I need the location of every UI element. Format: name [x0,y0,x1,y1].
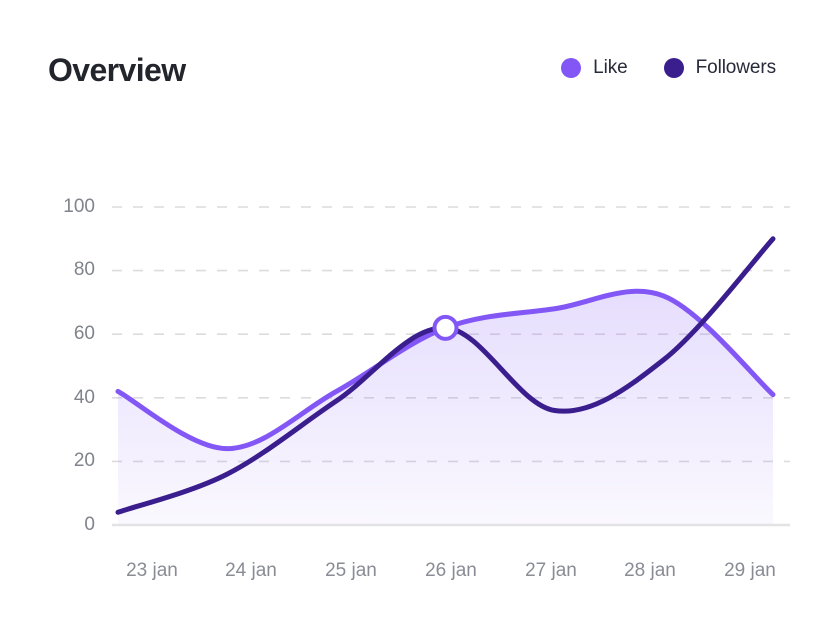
x-axis: 23 jan 24 jan 25 jan 26 jan 27 jan 28 ja… [0,0,832,624]
x-tick-label: 23 jan [126,560,178,582]
x-tick-label: 27 jan [525,560,577,582]
overview-chart-card: Overview Like Followers [0,0,832,624]
x-tick-label: 26 jan [425,560,477,582]
x-tick-label: 29 jan [724,560,776,582]
x-tick-label: 24 jan [225,560,277,582]
chart-plot-area: 100 80 60 40 20 0 23 jan 24 jan 25 jan 2… [0,0,832,624]
x-tick-label: 25 jan [325,560,377,582]
x-tick-label: 28 jan [624,560,676,582]
